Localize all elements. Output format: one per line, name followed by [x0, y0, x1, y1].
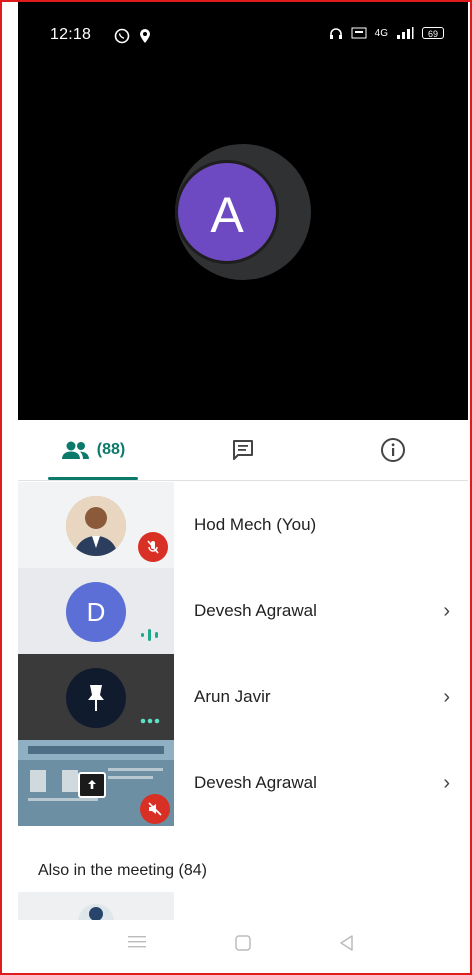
pin-icon — [88, 685, 104, 711]
menu-icon[interactable] — [128, 934, 146, 950]
present-screen-icon — [78, 772, 106, 798]
chevron-right-icon[interactable]: › — [443, 654, 450, 740]
home-icon[interactable] — [234, 934, 252, 952]
battery-icon: 69 — [422, 27, 444, 39]
speaker-avatar: A — [175, 160, 279, 264]
participant-avatar: D — [66, 582, 126, 642]
meeting-tabs: (88) — [18, 420, 468, 481]
participant-name: Devesh Agrawal — [194, 773, 317, 792]
participant-row[interactable]: Arun Javir › — [18, 654, 468, 740]
participant-tile — [18, 482, 174, 568]
active-tab-indicator — [48, 477, 138, 480]
profile-photo — [66, 496, 126, 556]
participant-name: Devesh Agrawal — [194, 601, 317, 620]
volte-icon — [351, 27, 367, 39]
tab-people[interactable]: (88) — [38, 420, 148, 480]
status-bar: 12:18 4G 69 — [18, 2, 468, 62]
participant-row[interactable]: Devesh Agrawal › — [18, 740, 468, 826]
android-nav-bar — [18, 920, 468, 973]
mic-off-icon — [147, 540, 159, 554]
volume-off-badge — [140, 794, 170, 824]
pinned-avatar — [66, 668, 126, 728]
headphones-icon — [329, 28, 342, 39]
people-count: (88) — [96, 441, 126, 458]
participant-row[interactable]: Hod Mech (You) — [18, 482, 468, 568]
signal-icon — [397, 27, 414, 39]
also-in-meeting-title: Also in the meeting (84) — [38, 862, 207, 879]
whatsapp-icon — [114, 28, 130, 44]
participant-name: Hod Mech (You) — [194, 515, 317, 534]
participant-tile: D — [18, 568, 174, 654]
more-dots-icon — [140, 718, 160, 724]
network-type-label: 4G — [374, 27, 388, 39]
back-icon[interactable] — [338, 934, 356, 952]
location-icon — [140, 29, 150, 43]
people-icon — [61, 441, 89, 459]
mic-off-badge — [138, 532, 168, 562]
status-time: 12:18 — [50, 26, 92, 43]
info-icon — [381, 438, 405, 462]
volume-off-icon — [148, 802, 162, 816]
status-system-icons: 4G 69 — [329, 27, 444, 39]
tab-info[interactable] — [358, 420, 428, 480]
screen-frame: 12:18 4G 69 A Arun Javir (88) Hod Mech (… — [0, 0, 472, 975]
participant-tile — [18, 740, 174, 826]
participant-row[interactable]: D Devesh Agrawal › — [18, 568, 468, 654]
chat-icon — [233, 440, 253, 460]
speaking-indicator-icon — [141, 629, 158, 641]
chevron-right-icon[interactable]: › — [443, 740, 450, 826]
tab-chat[interactable] — [208, 420, 278, 480]
chevron-right-icon[interactable]: › — [443, 568, 450, 654]
speaker-name: Arun Javir — [202, 298, 284, 318]
participant-tile — [18, 654, 174, 740]
participant-name: Arun Javir — [194, 687, 271, 706]
status-notification-icons — [114, 28, 152, 44]
